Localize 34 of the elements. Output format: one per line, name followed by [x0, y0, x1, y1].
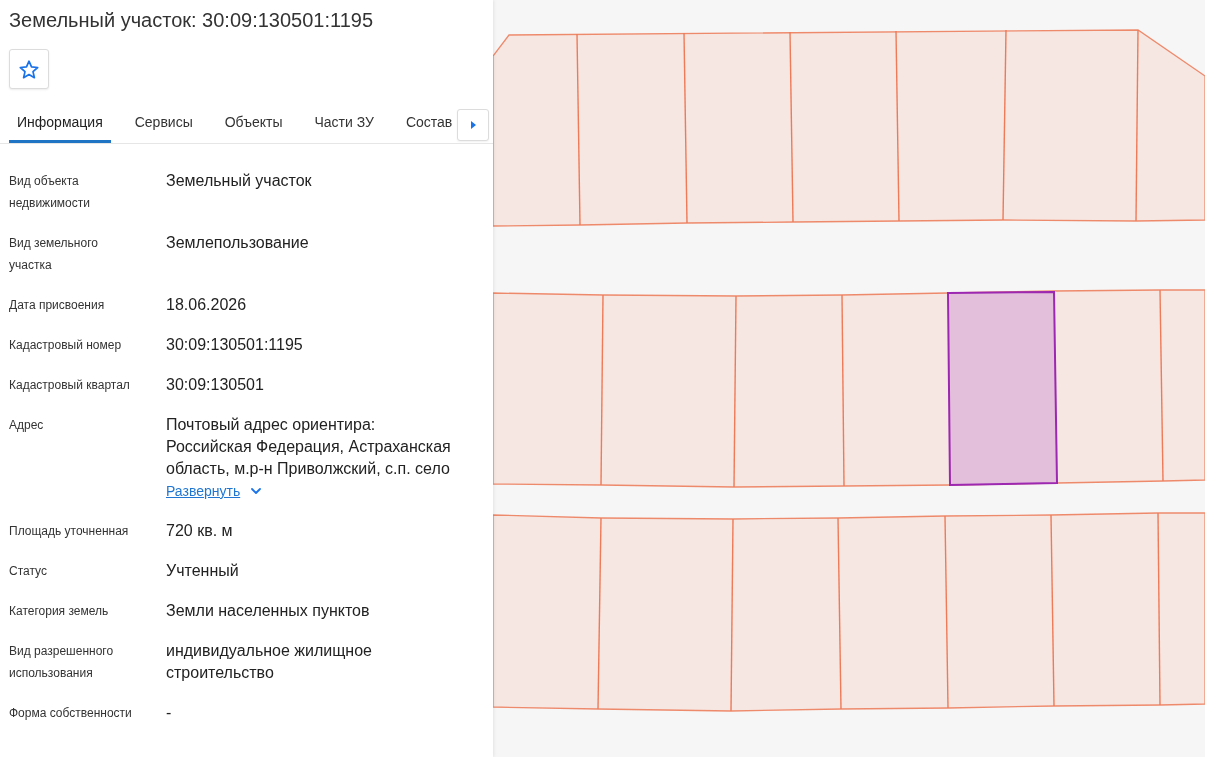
field-label: Статус: [9, 563, 47, 580]
field-value: Учтенный: [166, 561, 239, 581]
page-title: Земельный участок: 30:09:130501:1195: [9, 8, 374, 32]
chevron-down-icon: [251, 488, 262, 494]
star-icon: [19, 59, 39, 79]
field-value: 18.06.2026: [166, 295, 247, 315]
tab[interactable]: Сервисы: [126, 108, 201, 143]
expand-link[interactable]: Развернуть: [166, 480, 241, 502]
field-label: Дата присвоения: [9, 297, 105, 314]
field-label: Адрес: [9, 417, 44, 434]
field-label: Кадастровый квартал: [9, 377, 130, 394]
field-label: Вид разрешенного использования: [9, 643, 115, 682]
field-value: 30:09:130501:1195: [166, 335, 303, 355]
field-value: Почтовый адрес ориентира: Российская Федерация, Астраханская область, м.р-н Приволжский, с.п. село: [166, 415, 452, 479]
field-label: Кадастровый номер: [9, 337, 122, 354]
field-value: -: [166, 703, 172, 723]
triangle-right-icon: [470, 121, 476, 129]
field-label: Площадь уточненная: [9, 523, 129, 540]
field-label: Вид объекта недвижимости: [9, 173, 91, 212]
field-label: Категория земель: [9, 603, 109, 620]
field-label: Вид земельного участка: [9, 235, 99, 274]
tab[interactable]: Части ЗУ: [306, 108, 382, 143]
field-value: Землепользование: [166, 233, 309, 253]
field-value: индивидуальное жилищное строительство: [166, 641, 373, 683]
highlighted-parcel[interactable]: [947, 291, 1058, 486]
favorite-button[interactable]: [9, 49, 49, 89]
tab[interactable]: Информация: [9, 108, 111, 143]
tab[interactable]: Состав: [397, 108, 461, 143]
field-value: 30:09:130501: [166, 375, 264, 395]
field-label: Форма собственности: [9, 705, 132, 722]
tab[interactable]: Объекты: [216, 108, 291, 143]
field-value: 720 кв. м: [166, 521, 233, 541]
field-value: Земли населенных пунктов: [166, 601, 370, 621]
field-value: Земельный участок: [166, 171, 312, 191]
